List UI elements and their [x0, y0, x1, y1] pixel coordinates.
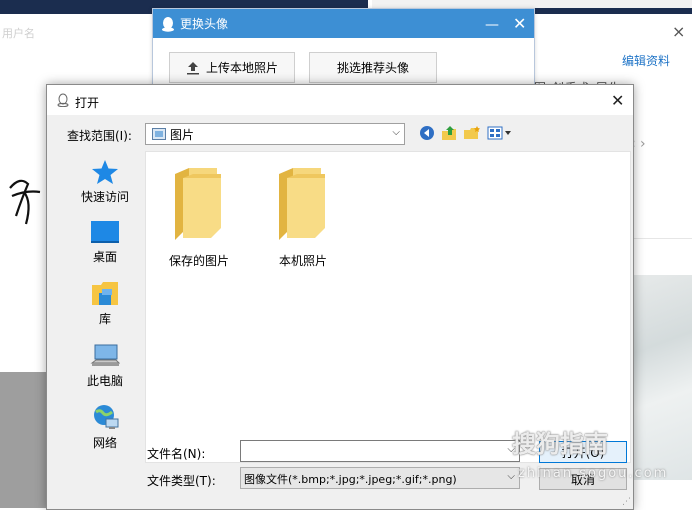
view-menu-icon[interactable]	[487, 125, 513, 141]
avatar-dialog-title: 更换头像	[180, 17, 229, 31]
place-this-pc[interactable]: 此电脑	[67, 343, 143, 389]
network-icon	[94, 405, 119, 429]
place-desktop[interactable]: 桌面	[67, 219, 143, 265]
star-icon	[92, 160, 118, 184]
open-dialog-title: 打开	[75, 96, 100, 110]
places-bar: 快速访问 桌面 库 此电脑 网络	[67, 151, 143, 463]
upload-local-photo-button[interactable]: 上传本地照片	[169, 52, 295, 83]
place-label: 库	[98, 312, 111, 326]
qq-outline-icon	[57, 93, 69, 107]
background-close-icon[interactable]: ×	[672, 24, 685, 40]
file-type-value: 图像文件(*.bmp;*.jpg;*.jpeg;*.gif;*.png)	[244, 473, 457, 486]
place-library[interactable]: 库	[67, 281, 143, 327]
folder-saved-pictures[interactable]: 保存的图片	[154, 166, 244, 269]
minimize-icon[interactable]: —	[485, 17, 499, 33]
open-dialog-close-icon[interactable]: ✕	[611, 91, 624, 110]
open-dialog-titlebar[interactable]: 打开 ✕	[47, 85, 633, 115]
desktop-icon	[91, 221, 119, 243]
file-list[interactable]: 保存的图片 本机照片	[145, 151, 631, 463]
back-arrow-icon[interactable]	[419, 125, 435, 141]
computer-icon	[90, 344, 120, 366]
pictures-folder-icon	[152, 128, 166, 140]
folder-local-photos[interactable]: 本机照片	[258, 166, 348, 269]
signature-image	[9, 179, 41, 225]
up-folder-icon[interactable]	[441, 125, 459, 141]
place-label: 快速访问	[80, 190, 129, 204]
file-type-label: 文件类型(T):	[147, 474, 216, 488]
file-type-dropdown[interactable]: 图像文件(*.bmp;*.jpg;*.jpeg;*.gif;*.png) ⌵	[240, 467, 520, 489]
folder-icon	[279, 168, 325, 240]
file-name-input[interactable]: ⌵	[240, 440, 520, 462]
look-in-label: 查找范围(I):	[67, 129, 132, 143]
library-icon	[92, 282, 118, 305]
folder-label: 本机照片	[278, 254, 327, 268]
file-name-label: 文件名(N):	[147, 447, 206, 461]
background-top-strip-light	[372, 0, 692, 8]
folder-label: 保存的图片	[168, 254, 229, 268]
background-divider	[632, 238, 692, 239]
chevron-down-icon: ⌵	[392, 127, 400, 138]
resize-grip-icon[interactable]: ⋰	[622, 497, 631, 507]
chevron-down-icon: ⌵	[507, 471, 515, 482]
place-network[interactable]: 网络	[67, 403, 143, 451]
place-label: 桌面	[92, 250, 117, 264]
look-in-dropdown[interactable]: 图片 ⌵	[145, 123, 405, 145]
place-quick-access[interactable]: 快速访问	[67, 159, 143, 205]
upload-arrow-icon	[186, 61, 199, 74]
look-in-value: 图片	[170, 128, 195, 142]
recommend-button-label: 挑选推荐头像	[336, 61, 409, 75]
watermark-url: zhinan.sogou.com	[518, 466, 669, 481]
upload-button-label: 上传本地照片	[205, 61, 278, 75]
place-label: 网络	[92, 436, 117, 450]
background-photo	[630, 275, 692, 480]
edit-profile-link[interactable]: 编辑资料	[622, 52, 670, 69]
folder-icon	[175, 168, 221, 240]
choose-recommended-avatar-button[interactable]: 挑选推荐头像	[309, 52, 437, 83]
background-gray-panel	[0, 372, 48, 508]
qq-penguin-icon	[162, 16, 174, 32]
place-label: 此电脑	[86, 374, 123, 388]
avatar-dialog-close-icon[interactable]: ✕	[513, 14, 526, 33]
avatar-dialog-titlebar[interactable]: 更换头像 — ✕	[153, 9, 534, 38]
background-faded-label: 用户名	[2, 27, 35, 40]
new-folder-icon[interactable]	[463, 125, 481, 141]
change-avatar-dialog: 更换头像 — ✕ 上传本地照片 挑选推荐头像	[152, 8, 535, 90]
watermark-logo: 搜狗指南	[512, 430, 608, 458]
